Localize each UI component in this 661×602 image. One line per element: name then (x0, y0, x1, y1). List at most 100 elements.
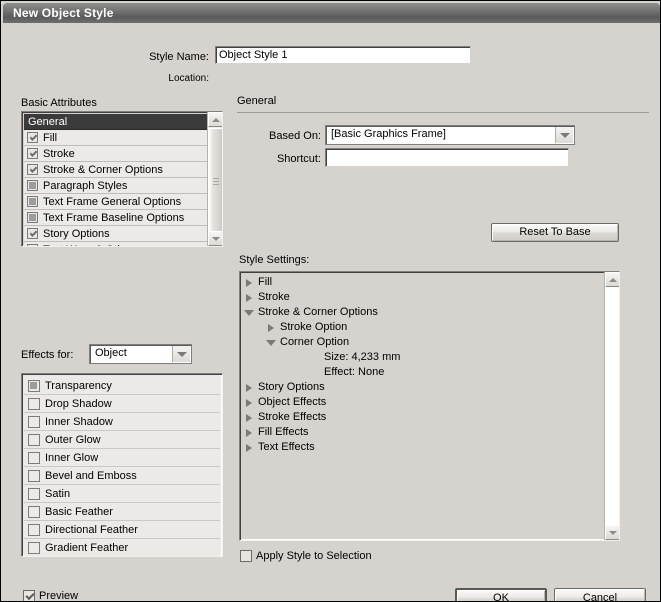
preview-checkbox[interactable] (23, 590, 35, 602)
style-setting-node[interactable]: Text Effects (243, 440, 601, 455)
effect-row[interactable]: Outer Glow (24, 431, 220, 449)
effect-checkbox[interactable] (28, 470, 40, 482)
effect-checkbox[interactable] (28, 434, 40, 446)
basic-attributes-panel: GeneralFillStrokeStroke & Corner Options… (21, 111, 223, 247)
style-settings-scroll-up-button[interactable] (605, 272, 620, 287)
attribute-row[interactable]: Paragraph Styles (24, 178, 207, 194)
triangle-right-icon[interactable] (243, 382, 255, 394)
attribute-checkbox[interactable] (27, 244, 38, 246)
attribute-row[interactable]: Text Frame Baseline Options (24, 210, 207, 226)
preview-row[interactable]: Preview (23, 590, 78, 602)
effect-row[interactable]: Satin (24, 485, 220, 503)
basic-attributes-title: Basic Attributes (21, 97, 97, 109)
dialog-body: Style Name: Location: Basic Attributes G… (3, 23, 660, 601)
style-setting-node[interactable]: Stroke & Corner Options (243, 305, 601, 320)
effect-label: Satin (45, 487, 70, 501)
effect-checkbox[interactable] (28, 452, 40, 464)
style-setting-label: Stroke Effects (258, 411, 326, 424)
attribute-checkbox[interactable] (27, 180, 38, 191)
attribute-checkbox[interactable] (27, 228, 38, 239)
effect-row[interactable]: Basic Feather (24, 503, 220, 521)
style-setting-node[interactable]: Corner Option (243, 335, 601, 350)
attribute-row[interactable]: Story Options (24, 226, 207, 242)
cancel-button[interactable]: Cancel (554, 588, 646, 602)
style-settings-tree[interactable]: FillStrokeStroke & Corner OptionsStroke … (243, 275, 601, 455)
effect-checkbox[interactable] (28, 524, 40, 536)
effects-list[interactable]: TransparencyDrop ShadowInner ShadowOuter… (24, 377, 220, 557)
attributes-scroll-thumb[interactable] (208, 128, 223, 236)
attribute-label: Paragraph Styles (43, 179, 127, 193)
effect-checkbox[interactable] (28, 506, 40, 518)
attribute-label: Text Wrap & Other (43, 243, 133, 247)
effect-checkbox[interactable] (28, 380, 40, 392)
basic-attributes-list[interactable]: GeneralFillStrokeStroke & Corner Options… (24, 114, 207, 246)
style-setting-node[interactable]: Effect: None (243, 365, 601, 380)
reset-to-base-button[interactable]: Reset To Base (491, 223, 619, 242)
effects-for-label: Effects for: (21, 349, 73, 361)
attributes-scrollbar[interactable] (207, 112, 222, 246)
attribute-checkbox[interactable] (27, 164, 38, 175)
reset-to-base-label: Reset To Base (519, 227, 590, 238)
effect-checkbox[interactable] (28, 542, 40, 554)
style-setting-node[interactable]: Fill Effects (243, 425, 601, 440)
style-setting-node[interactable]: Object Effects (243, 395, 601, 410)
attribute-checkbox[interactable] (27, 196, 38, 207)
shortcut-input[interactable] (325, 148, 569, 167)
attributes-scroll-down-button[interactable] (208, 231, 223, 246)
style-name-label: Style Name: (19, 51, 209, 63)
triangle-down-icon[interactable] (243, 307, 255, 319)
attribute-row[interactable]: General (24, 114, 207, 130)
effect-row[interactable]: Transparency (24, 377, 220, 395)
effect-checkbox[interactable] (28, 398, 40, 410)
triangle-right-icon[interactable] (243, 292, 255, 304)
style-setting-label: Fill Effects (258, 426, 309, 439)
attribute-label: Stroke & Corner Options (43, 163, 163, 177)
effect-row[interactable]: Gradient Feather (24, 539, 220, 557)
apply-style-to-selection-checkbox[interactable] (240, 550, 252, 562)
based-on-label: Based On: (237, 130, 321, 142)
effect-row[interactable]: Inner Glow (24, 449, 220, 467)
style-setting-label: Effect: None (324, 366, 384, 379)
attribute-checkbox[interactable] (27, 212, 38, 223)
triangle-right-icon[interactable] (243, 442, 255, 454)
triangle-right-icon[interactable] (243, 397, 255, 409)
style-setting-node[interactable]: Fill (243, 275, 601, 290)
style-settings-scroll-down-button[interactable] (605, 525, 620, 540)
effects-for-select[interactable]: Object (89, 344, 192, 364)
effect-checkbox[interactable] (28, 488, 40, 500)
effect-row[interactable]: Drop Shadow (24, 395, 220, 413)
attribute-row[interactable]: Stroke & Corner Options (24, 162, 207, 178)
effect-checkbox[interactable] (28, 416, 40, 428)
effect-row[interactable]: Directional Feather (24, 521, 220, 539)
ok-button[interactable]: OK (455, 588, 547, 602)
attribute-row[interactable]: Fill (24, 130, 207, 146)
attribute-row[interactable]: Text Wrap & Other (24, 242, 207, 246)
triangle-right-icon[interactable] (243, 412, 255, 424)
style-settings-scroll-track[interactable] (605, 287, 620, 525)
triangle-down-icon[interactable] (265, 337, 277, 349)
style-setting-node[interactable]: Stroke (243, 290, 601, 305)
effect-row[interactable]: Bevel and Emboss (24, 467, 220, 485)
based-on-dropdown-button[interactable] (555, 127, 573, 143)
style-setting-node[interactable]: Stroke Effects (243, 410, 601, 425)
based-on-select[interactable]: [Basic Graphics Frame] (325, 125, 575, 145)
new-object-style-dialog: New Object Style Style Name: Location: B… (0, 0, 661, 602)
style-settings-scrollbar[interactable] (604, 272, 619, 540)
triangle-right-icon[interactable] (265, 322, 277, 334)
triangle-right-icon[interactable] (243, 277, 255, 289)
attribute-row[interactable]: Stroke (24, 146, 207, 162)
effects-for-dropdown-button[interactable] (172, 346, 190, 362)
apply-style-to-selection-row[interactable]: Apply Style to Selection (240, 550, 372, 562)
attribute-row[interactable]: Text Frame General Options (24, 194, 207, 210)
style-setting-node[interactable]: Size: 4,233 mm (243, 350, 601, 365)
triangle-right-icon[interactable] (243, 427, 255, 439)
style-setting-node[interactable]: Stroke Option (243, 320, 601, 335)
effect-row[interactable]: Inner Shadow (24, 413, 220, 431)
attribute-label: Text Frame General Options (43, 195, 181, 209)
chevron-down-icon (609, 531, 617, 535)
attribute-checkbox[interactable] (27, 132, 38, 143)
attributes-scroll-up-button[interactable] (208, 112, 223, 127)
attribute-checkbox[interactable] (27, 148, 38, 159)
style-name-input[interactable] (215, 46, 471, 64)
style-setting-node[interactable]: Story Options (243, 380, 601, 395)
